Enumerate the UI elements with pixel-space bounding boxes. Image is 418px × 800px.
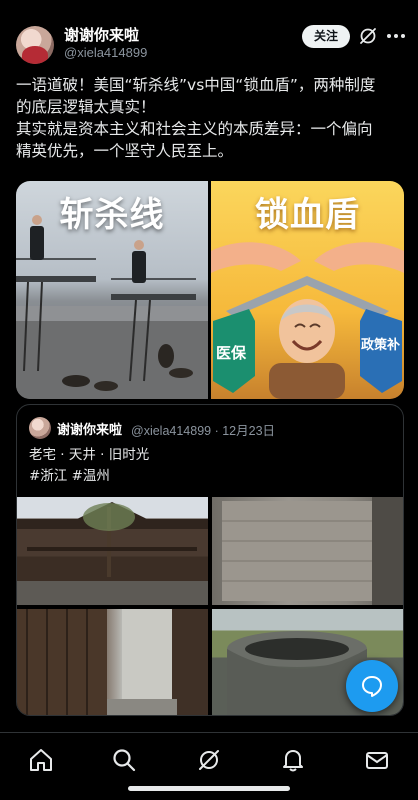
home-icon[interactable] [28, 747, 54, 773]
blood-shield-illustration: 医保 政策补 [211, 242, 404, 399]
author-name[interactable]: 谢谢你来啦 [64, 24, 139, 45]
media-image-kill-line[interactable]: 斩杀线 [16, 181, 208, 399]
media-image-blood-shield[interactable]: 锁血盾 医保 政策补 [211, 181, 404, 399]
grok-icon[interactable] [196, 747, 222, 773]
post-header: 谢谢你来啦 @xiela414899 关注 [0, 0, 418, 70]
post-text-line: 其实就是资本主义和社会主义的本质差异：一个偏向 [16, 120, 373, 138]
search-icon[interactable] [111, 747, 137, 773]
notifications-icon[interactable] [280, 747, 306, 773]
quoted-author-name: 谢谢你来啦 [57, 423, 123, 438]
quoted-author-meta: @xiela414899 · 12月23日 [131, 424, 276, 438]
quoted-image-courtyard[interactable] [17, 497, 208, 605]
messages-icon[interactable] [364, 747, 390, 773]
grok-icon[interactable] [358, 26, 378, 46]
author-handle[interactable]: @xiela414899 [64, 45, 147, 60]
post-text-line: 一语道破！美国“斩杀线”vs中国“锁血盾”，两种制度 [16, 76, 376, 94]
post-media[interactable]: 斩杀线 锁血盾 医保 政策补 [16, 181, 404, 399]
quoted-hashtags[interactable]: #浙江 #温州 [29, 466, 149, 487]
badge-policy: 政策补 [361, 337, 400, 353]
more-icon[interactable] [384, 26, 408, 46]
reply-fab[interactable] [346, 660, 398, 712]
post-text-line: 的底层逻辑太真实！ [16, 98, 156, 116]
quoted-avatar [29, 417, 51, 439]
quoted-image-wall[interactable] [212, 497, 403, 605]
badge-medical-insurance: 医保 [216, 344, 247, 362]
wall-illustration [222, 497, 403, 605]
alley-illustration [17, 609, 208, 715]
courtyard-illustration [17, 502, 208, 605]
avatar[interactable] [16, 26, 54, 64]
quoted-text-line: 老宅 · 天井 · 旧时光 [29, 447, 150, 463]
quoted-post[interactable]: 谢谢你来啦 @xiela414899 · 12月23日 老宅 · 天井 · 旧时… [16, 404, 404, 716]
kill-line-illustration [16, 215, 208, 399]
home-indicator [128, 786, 290, 791]
post-text: 一语道破！美国“斩杀线”vs中国“锁血盾”，两种制度 的底层逻辑太真实！ 其实就… [16, 74, 408, 162]
reply-bubble-icon [362, 676, 382, 697]
post-text-line: 精英优先，一个坚守人民至上。 [16, 142, 234, 160]
quoted-text: 老宅 · 天井 · 旧时光 #浙江 #温州 [29, 445, 149, 487]
follow-button[interactable]: 关注 [302, 25, 350, 48]
quoted-image-alley[interactable] [17, 609, 208, 715]
